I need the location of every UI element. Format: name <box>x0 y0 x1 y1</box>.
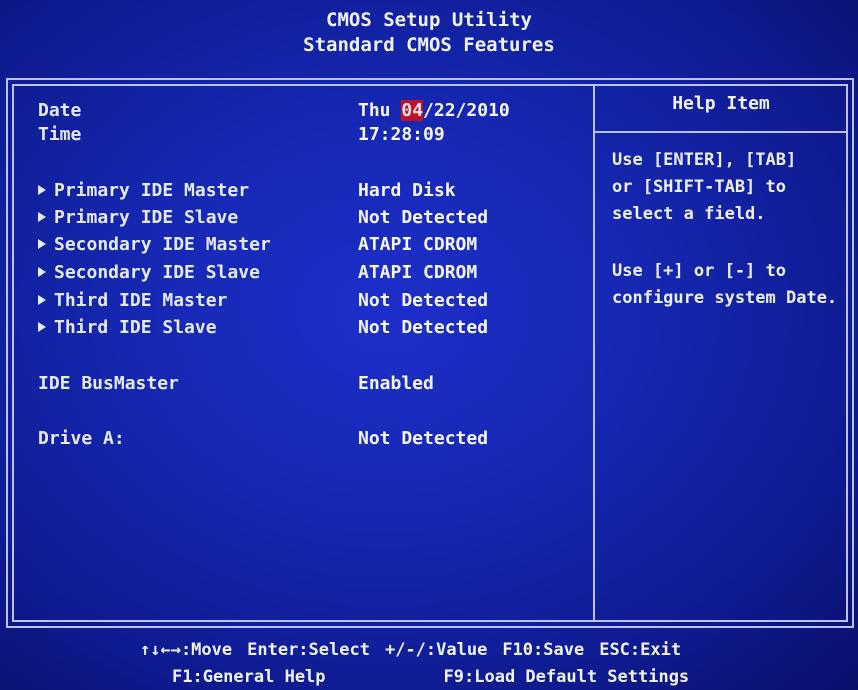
setting-label-text: Primary IDE Master <box>54 180 250 201</box>
panel-divider <box>593 84 595 622</box>
setting-label-text: Secondary IDE Master <box>54 234 271 255</box>
setting-value[interactable]: Not Detected <box>358 288 488 314</box>
setting-row-third-ide-master[interactable]: Third IDE Master Not Detected <box>0 288 590 314</box>
key-legend-line-2: F1:General Help F9:Load Default Settings <box>172 667 689 687</box>
page-title: Standard CMOS Features <box>303 34 555 56</box>
setting-value[interactable]: Not Detected <box>358 426 488 452</box>
setting-row-secondary-ide-slave[interactable]: Secondary IDE Slave ATAPI CDROM <box>0 260 590 286</box>
general-help-hint: F1:General Help <box>172 667 326 687</box>
key-legend-line-1: ↑↓←→:Move Enter:Select +/-/:Value F10:Save E… <box>140 640 696 660</box>
submenu-arrow-icon <box>38 212 46 222</box>
setting-label: Primary IDE Slave <box>38 205 238 231</box>
setting-label-text: Primary IDE Slave <box>54 207 239 228</box>
header: CMOS Setup Utility Standard CMOS Feature… <box>0 0 858 78</box>
date-month-field[interactable]: 04 <box>401 100 424 121</box>
help-line: or [SHIFT-TAB] to <box>612 177 786 197</box>
submenu-arrow-icon <box>38 295 46 305</box>
setting-row-drive-a[interactable]: Drive A: Not Detected <box>0 426 590 452</box>
help-line: Use [ENTER], [TAB] <box>612 150 797 170</box>
setting-row-ide-busmaster[interactable]: IDE BusMaster Enabled <box>0 371 590 397</box>
setting-value[interactable]: Enabled <box>358 371 434 397</box>
setting-label: Date <box>38 100 82 121</box>
setting-label: Drive A: <box>38 428 125 449</box>
setting-value[interactable]: Not Detected <box>358 315 488 341</box>
select-hint: Enter:Select <box>247 640 370 660</box>
setting-label: Primary IDE Master <box>38 178 249 204</box>
setting-value[interactable]: Not Detected <box>358 205 488 231</box>
submenu-arrow-icon <box>38 267 46 277</box>
bios-screen: CMOS Setup Utility Standard CMOS Feature… <box>0 0 858 690</box>
setting-label: Secondary IDE Slave <box>38 260 260 286</box>
setting-row-third-ide-slave[interactable]: Third IDE Slave Not Detected <box>0 315 590 341</box>
help-title: Help Item <box>672 93 770 114</box>
setting-value[interactable]: ATAPI CDROM <box>358 260 477 286</box>
setting-value[interactable]: Hard Disk <box>358 178 456 204</box>
setting-row-secondary-ide-master[interactable]: Secondary IDE Master ATAPI CDROM <box>0 232 590 258</box>
help-line: select a field. <box>612 204 766 224</box>
setting-row-date[interactable]: Date Thu 04/22/2010 <box>0 98 590 124</box>
key-legend: ↑↓←→:Move Enter:Select +/-/:Value F10:Save E… <box>0 640 858 690</box>
help-line: Use [+] or [-] to <box>612 261 786 281</box>
load-defaults-hint: F9:Load Default Settings <box>443 667 690 687</box>
date-rest: /22/2010 <box>423 100 510 121</box>
submenu-arrow-icon <box>38 185 46 195</box>
setting-label: Third IDE Slave <box>38 315 217 341</box>
submenu-arrow-icon <box>38 239 46 249</box>
submenu-arrow-icon <box>38 322 46 332</box>
setting-label: Secondary IDE Master <box>38 232 271 258</box>
setting-label: IDE BusMaster <box>38 373 179 394</box>
value-hint: +/-/:Value <box>384 640 488 660</box>
setting-value[interactable]: 17:28:09 <box>358 122 445 148</box>
setting-value[interactable]: ATAPI CDROM <box>358 232 477 258</box>
help-divider <box>595 131 848 133</box>
setting-label-text: Third IDE Master <box>54 290 228 311</box>
setting-row-primary-ide-slave[interactable]: Primary IDE Slave Not Detected <box>0 205 590 231</box>
setting-label: Third IDE Master <box>38 288 227 314</box>
help-line: configure system Date. <box>612 288 838 308</box>
setting-row-time[interactable]: Time 17:28:09 <box>0 122 590 148</box>
setting-label-text: Third IDE Slave <box>54 317 217 338</box>
utility-title: CMOS Setup Utility <box>326 9 532 31</box>
setting-row-primary-ide-master[interactable]: Primary IDE Master Hard Disk <box>0 178 590 204</box>
move-hint: ↑↓←→:Move <box>140 640 233 660</box>
setting-label: Time <box>38 124 82 145</box>
exit-hint: ESC:Exit <box>599 640 682 660</box>
date-value[interactable]: Thu 04/22/2010 <box>358 98 510 124</box>
setting-label-text: Secondary IDE Slave <box>54 262 260 283</box>
date-weekday: Thu <box>358 100 402 121</box>
save-hint: F10:Save <box>502 640 585 660</box>
